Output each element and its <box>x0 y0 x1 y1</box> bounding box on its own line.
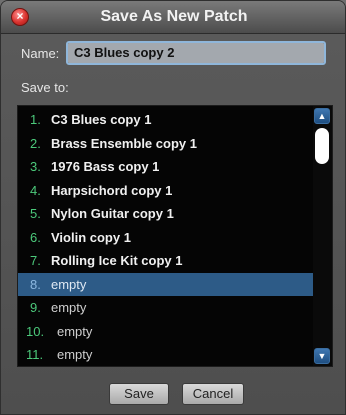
name-input[interactable]: C3 Blues copy 2 <box>66 41 326 65</box>
save-to-label: Save to: <box>21 80 69 95</box>
list-item[interactable]: 6. Violin copy 1 <box>18 226 314 249</box>
list-item[interactable]: 1. C3 Blues copy 1 <box>18 108 314 131</box>
slot-number: 4. <box>30 182 41 198</box>
list-item[interactable]: 11. empty <box>18 343 314 366</box>
slot-number: 8. <box>30 276 41 292</box>
list-item[interactable]: 7. Rolling Ice Kit copy 1 <box>18 249 314 272</box>
list-item[interactable]: 5. Nylon Guitar copy 1 <box>18 202 314 225</box>
slot-number: 5. <box>30 206 41 221</box>
slot-label: empty <box>51 300 87 315</box>
slot-number: 9. <box>30 300 41 315</box>
slot-number: 1. <box>30 112 41 127</box>
slot-label: empty <box>57 347 93 362</box>
slot-label: empty <box>57 323 93 339</box>
dialog-title: Save As New Patch <box>100 8 248 25</box>
slot-label: 1976 Bass copy 1 <box>51 159 160 174</box>
slot-label: empty <box>51 276 87 292</box>
cancel-button[interactable]: Cancel <box>182 383 244 405</box>
slot-label: C3 Blues copy 1 <box>51 112 152 127</box>
slot-label: Harpsichord copy 1 <box>51 182 173 198</box>
slot-label: Violin copy 1 <box>51 229 131 245</box>
scroll-up-button[interactable]: ▲ <box>314 108 330 124</box>
slot-number: 2. <box>30 135 41 151</box>
list-scrollbar[interactable]: ▲ ▼ <box>313 106 332 366</box>
list-item[interactable]: 2. Brass Ensemble copy 1 <box>18 132 314 155</box>
list-item[interactable]: 4. Harpsichord copy 1 <box>18 179 314 202</box>
save-as-dialog: × Save As New Patch Name: C3 Blues copy … <box>0 0 346 415</box>
slot-number: 7. <box>30 253 41 268</box>
title-bar[interactable]: × Save As New Patch <box>1 1 345 34</box>
slot-label: Rolling Ice Kit copy 1 <box>51 253 183 268</box>
list-item[interactable]: 3. 1976 Bass copy 1 <box>18 155 314 178</box>
chevron-up-icon: ▲ <box>317 111 327 121</box>
slot-number: 6. <box>30 229 41 245</box>
scroll-thumb[interactable] <box>315 128 329 164</box>
list-item[interactable]: 8. empty <box>18 272 314 296</box>
list-item[interactable]: 10. empty <box>18 320 314 343</box>
scroll-down-button[interactable]: ▼ <box>314 348 330 364</box>
slot-number: 10. <box>26 323 45 339</box>
slot-label: Brass Ensemble copy 1 <box>51 135 197 151</box>
name-label: Name: <box>21 46 60 61</box>
slot-number: 3. <box>30 159 41 174</box>
list-item[interactable]: 9. empty <box>18 296 314 319</box>
chevron-down-icon: ▼ <box>317 351 327 361</box>
slot-label: Nylon Guitar copy 1 <box>51 206 174 221</box>
save-button[interactable]: Save <box>109 383 169 405</box>
slot-number: 11. <box>26 347 44 362</box>
patch-slot-list[interactable]: 1. C3 Blues copy 1 2. Brass Ensemble copy 1… <box>17 105 333 367</box>
